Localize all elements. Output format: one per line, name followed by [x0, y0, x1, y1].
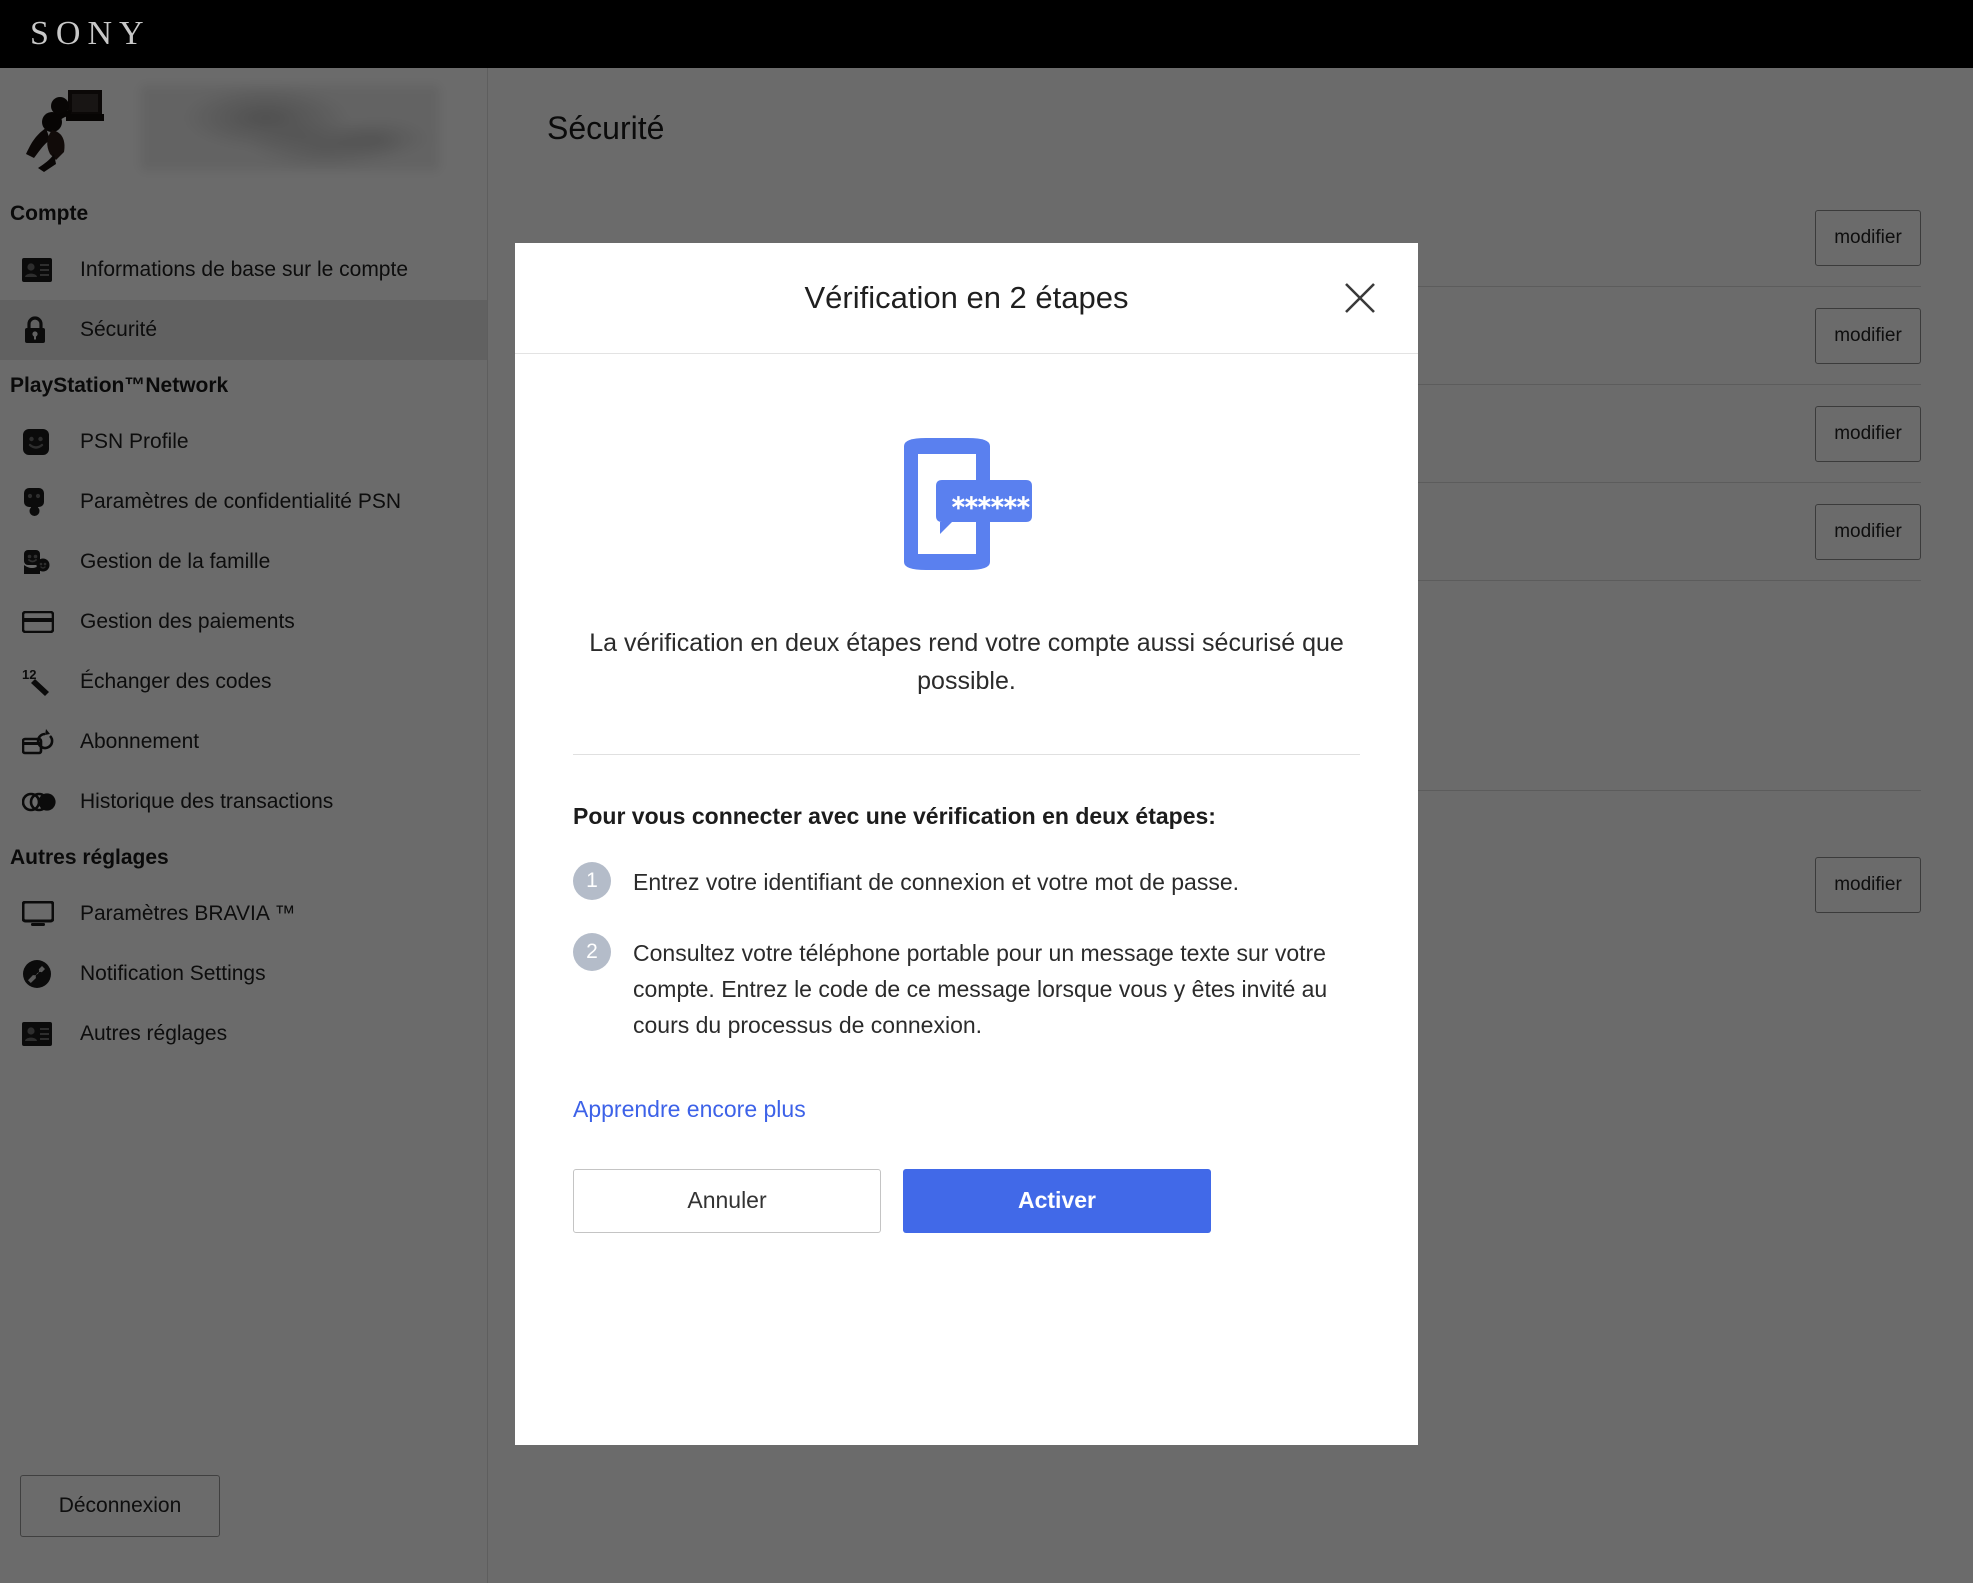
- modal-body: ∗ ∗ ∗ ∗ ∗ ∗ La vérification en deux étap…: [515, 354, 1418, 1445]
- svg-text:∗: ∗: [1015, 492, 1032, 514]
- app-root: SONY Vérification en 2 étapes ∗ ∗ ∗ ∗ ∗ …: [0, 0, 1973, 1583]
- page-container: Compte Informations de base sur le compt…: [0, 68, 1973, 1583]
- steps-heading: Pour vous connecter avec une vérificatio…: [573, 803, 1216, 829]
- list-item: 1 Entrez votre identifiant de connexion …: [573, 862, 1360, 901]
- list-item: 2 Consultez votre téléphone portable pou…: [573, 932, 1360, 1044]
- two-step-verification-modal: Vérification en 2 étapes ∗ ∗ ∗ ∗ ∗ ∗ La …: [515, 243, 1418, 1445]
- close-x-icon[interactable]: [1336, 274, 1384, 322]
- modal-divider: [573, 754, 1360, 755]
- modal-title: Vérification en 2 étapes: [804, 280, 1129, 315]
- cancel-button[interactable]: Annuler: [573, 1168, 881, 1233]
- step-text: Entrez votre identifiant de connexion et…: [633, 869, 1240, 895]
- modal-header: Vérification en 2 étapes: [515, 243, 1418, 354]
- top-header-bar: SONY: [0, 0, 1973, 68]
- step-number-badge: 2: [573, 932, 611, 971]
- learn-more-link[interactable]: Apprendre encore plus: [573, 1096, 806, 1123]
- phone-sms-code-icon: ∗ ∗ ∗ ∗ ∗ ∗: [882, 432, 1052, 582]
- modal-actions: Annuler Activer: [573, 1168, 1360, 1233]
- modal-lead-text: La vérification en deux étapes rend votr…: [589, 629, 1344, 695]
- step-text: Consultez votre téléphone portable pour …: [633, 939, 1328, 1038]
- sony-logo: SONY: [30, 15, 151, 52]
- step-number-badge: 1: [573, 862, 611, 900]
- activate-button[interactable]: Activer: [903, 1168, 1211, 1233]
